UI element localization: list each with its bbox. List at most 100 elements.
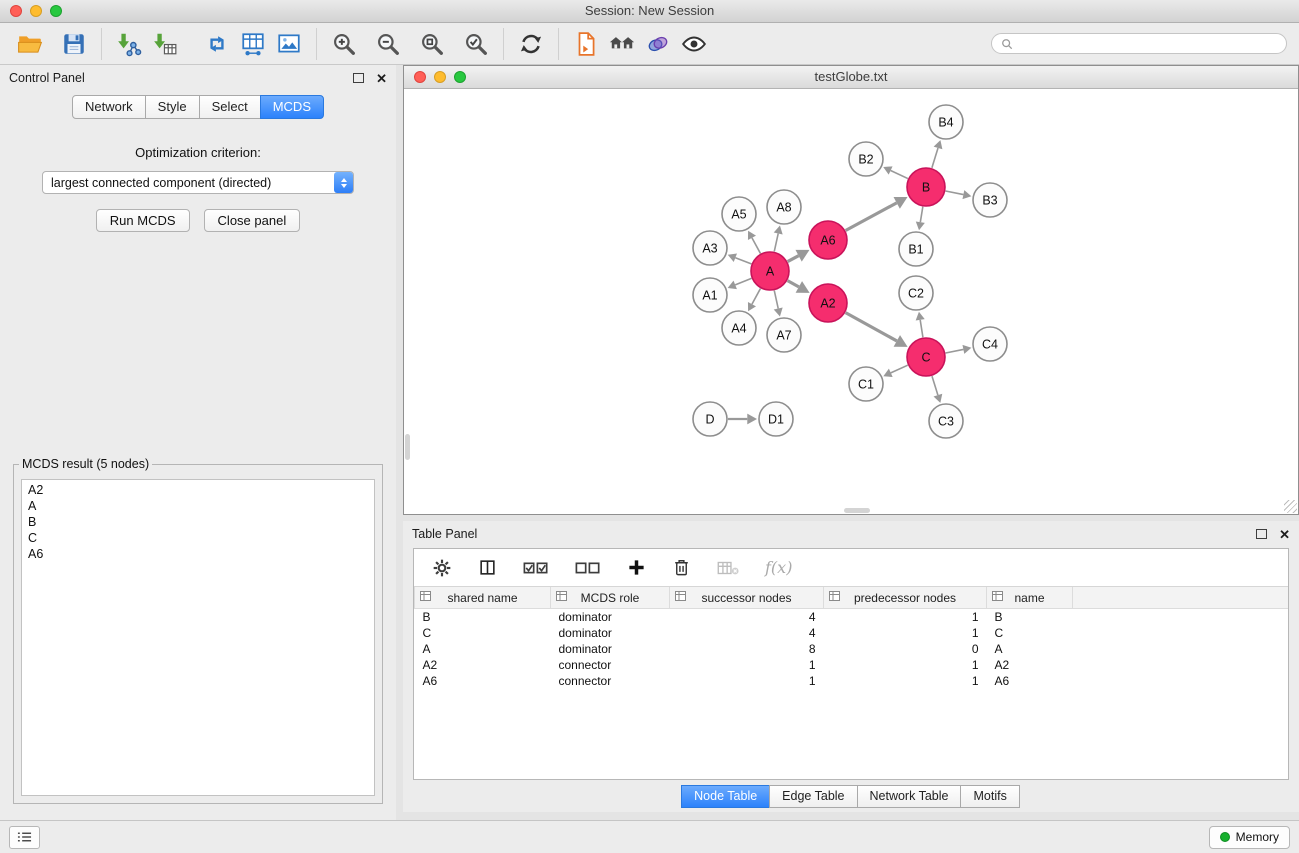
table-cell[interactable]: A2 [987,657,1073,673]
table-cell[interactable]: A2 [415,657,551,673]
column-header-predecessor-nodes[interactable]: predecessor nodes [824,587,987,609]
task-history-button[interactable] [9,826,40,849]
criterion-dropdown[interactable]: largest connected component (directed) [42,171,354,194]
network-zoom-button[interactable] [454,71,466,83]
table-cell[interactable]: A [987,641,1073,657]
table-cell[interactable]: B [415,609,551,626]
export-image-button[interactable] [271,27,307,61]
mcds-result-item[interactable]: C [28,530,368,546]
table-cell[interactable]: A6 [415,673,551,689]
close-window-button[interactable] [10,5,22,17]
zoom-fit-button[interactable] [414,27,450,61]
network-edge-A-A8[interactable] [774,234,778,252]
table-cell[interactable]: 4 [670,625,824,641]
minimize-window-button[interactable] [30,5,42,17]
network-minimize-button[interactable] [434,71,446,83]
tab-mcds[interactable]: MCDS [260,95,324,119]
network-edge-C-C4[interactable] [946,349,964,353]
table-row[interactable]: A2connector11A2 [415,657,1289,673]
table-row[interactable]: A6connector11A6 [415,673,1289,689]
add-column-button[interactable] [627,558,646,577]
tab-style[interactable]: Style [145,95,200,119]
table-cell[interactable]: 1 [824,657,987,673]
table-cell[interactable]: 1 [670,657,824,673]
show-hide-button[interactable] [676,27,712,61]
mcds-result-item[interactable]: A [28,498,368,514]
table-cell[interactable]: 8 [670,641,824,657]
resize-handle[interactable] [1284,500,1297,513]
network-edge-B-B1[interactable] [920,207,922,222]
new-network-button[interactable] [199,27,235,61]
network-edge-A-A1[interactable] [735,278,751,284]
close-panel-button[interactable]: Close panel [204,209,301,232]
table-cell[interactable]: C [987,625,1073,641]
venn-tool-button[interactable] [640,27,676,61]
network-edge-A-A3[interactable] [735,258,751,264]
column-header-successor-nodes[interactable]: successor nodes [670,587,824,609]
network-canvas[interactable]: B4B2BB3A5A8A6B1A3AC2A1A2A4A7C4CC1C3DD1 [404,89,1298,514]
table-cell[interactable]: A [415,641,551,657]
network-edge-B-B4[interactable] [932,148,938,168]
run-mcds-button[interactable]: Run MCDS [96,209,190,232]
function-builder-button[interactable]: f(x) [765,558,792,577]
network-edge-A-A5[interactable] [752,238,760,254]
tab-select[interactable]: Select [199,95,261,119]
delete-table-button-disabled[interactable] [717,560,739,576]
network-edge-A6-B[interactable] [846,203,897,231]
mcds-result-list[interactable]: A2ABCA6 [21,479,375,796]
table-row[interactable]: Cdominator41C [415,625,1289,641]
table-cell[interactable]: B [987,609,1073,626]
tab-network-table[interactable]: Network Table [857,785,962,808]
deselect-all-button[interactable] [575,560,601,575]
tab-edge-table[interactable]: Edge Table [769,785,857,808]
vertical-scrollbar-thumb[interactable] [405,434,410,460]
memory-button[interactable]: Memory [1209,826,1290,849]
column-header-name[interactable]: name [987,587,1073,609]
zoom-window-button[interactable] [50,5,62,17]
table-row[interactable]: Adominator80A [415,641,1289,657]
float-panel-icon[interactable] [353,73,364,83]
column-header-mcds-role[interactable]: MCDS role [551,587,670,609]
network-edge-C-C3[interactable] [932,376,938,395]
float-table-panel-icon[interactable] [1256,529,1267,539]
refresh-layout-button[interactable] [513,27,549,61]
table-cell[interactable]: dominator [551,609,670,626]
close-table-panel-icon[interactable]: ✕ [1279,528,1290,541]
network-edge-A-A4[interactable] [752,289,760,305]
table-cell[interactable]: dominator [551,625,670,641]
save-session-button[interactable] [56,27,92,61]
network-edge-A-A2[interactable] [788,281,799,287]
network-edge-C-C2[interactable] [920,320,923,337]
network-edge-A2-C[interactable] [846,313,897,341]
network-edge-B-B2[interactable] [891,170,908,178]
tab-motifs[interactable]: Motifs [960,785,1019,808]
mcds-result-item[interactable]: A2 [28,482,368,498]
open-session-button[interactable] [12,27,48,61]
mcds-result-item[interactable]: B [28,514,368,530]
network-edge-C-C1[interactable] [891,365,908,373]
table-cell[interactable]: 0 [824,641,987,657]
zoom-selected-button[interactable] [458,27,494,61]
open-document-button[interactable] [568,27,604,61]
table-cell[interactable]: C [415,625,551,641]
network-close-button[interactable] [414,71,426,83]
import-network-button[interactable] [111,27,147,61]
table-cell[interactable]: dominator [551,641,670,657]
network-edge-A-A6[interactable] [788,256,799,262]
table-row[interactable]: Bdominator41B [415,609,1289,626]
table-cell[interactable]: 1 [824,673,987,689]
select-all-button[interactable] [523,560,549,575]
delete-column-button[interactable] [672,558,691,577]
horizontal-scrollbar-thumb[interactable] [844,508,870,513]
toolbar-search[interactable] [991,33,1287,54]
mcds-result-item[interactable]: A6 [28,546,368,562]
table-cell[interactable]: 1 [824,625,987,641]
zoom-in-button[interactable] [326,27,362,61]
zoom-out-button[interactable] [370,27,406,61]
table-cell[interactable]: 4 [670,609,824,626]
table-cell[interactable]: A6 [987,673,1073,689]
table-cell[interactable]: connector [551,657,670,673]
tab-node-table[interactable]: Node Table [681,785,770,808]
table-cell[interactable]: 1 [824,609,987,626]
column-header-shared-name[interactable]: shared name [415,587,551,609]
